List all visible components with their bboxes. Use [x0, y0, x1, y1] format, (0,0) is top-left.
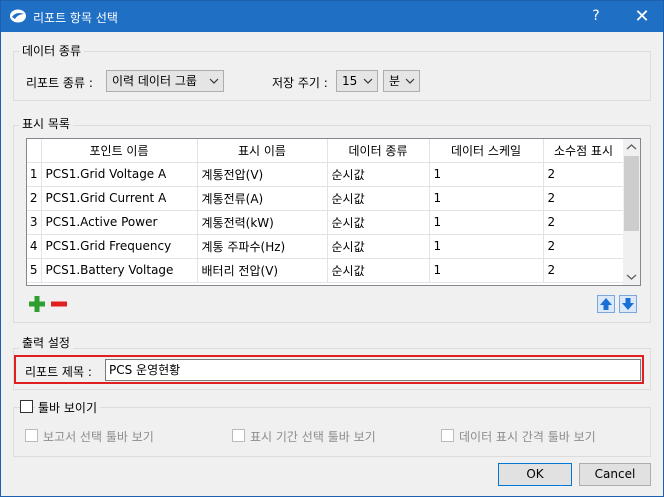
row-number-header	[27, 139, 42, 163]
report-type-select[interactable]: 이력 데이터 그룹	[106, 70, 224, 92]
help-button[interactable]: ?	[579, 1, 613, 32]
table-header-row: 포인트 이름 표시 이름 데이터 종류 데이터 스케일 소수점 표시	[27, 139, 625, 163]
add-row-icon[interactable]	[28, 295, 46, 313]
cell-display-name[interactable]: 계통전압(V)	[197, 162, 328, 187]
table-vertical-scrollbar[interactable]	[623, 139, 640, 285]
data-type-group-label: 데이터 종류	[19, 42, 85, 59]
cell-point-name[interactable]: PCS1.Battery Voltage	[41, 258, 198, 283]
display-list-group-label: 표시 목록	[19, 115, 73, 132]
cell-display-name[interactable]: 계통전력(kW)	[197, 210, 328, 235]
table-row[interactable]: 5 PCS1.Battery Voltage 배터리 전압(V) 순시값 1 2	[27, 258, 625, 283]
interval-toolbar-label: 데이터 표시 간격 툴바 보기	[459, 430, 596, 444]
chevron-down-icon	[405, 78, 415, 84]
scroll-up-arrow-icon[interactable]	[623, 139, 640, 156]
period-select-toolbar-checkbox[interactable]	[232, 429, 245, 442]
display-list-table: 포인트 이름 표시 이름 데이터 종류 데이터 스케일 소수점 표시 1 PCS…	[26, 138, 641, 286]
save-cycle-label: 저장 주기 :	[272, 76, 328, 90]
row-number: 3	[27, 210, 42, 235]
cell-decimal[interactable]: 2	[543, 210, 625, 235]
move-up-icon[interactable]	[597, 295, 615, 313]
cell-decimal[interactable]: 2	[543, 234, 625, 259]
close-button[interactable]: ✕	[625, 1, 659, 32]
cell-point-name[interactable]: PCS1.Grid Frequency	[41, 234, 198, 259]
column-header-decimal[interactable]: 소수점 표시	[543, 139, 625, 163]
cell-data-scale[interactable]: 1	[429, 210, 544, 235]
table-row[interactable]: 4 PCS1.Grid Frequency 계통 주파수(Hz) 순시값 1 2	[27, 234, 625, 259]
report-title-label: 리포트 제목 :	[25, 365, 92, 379]
toolbar-visibility-checkbox[interactable]	[20, 400, 33, 413]
row-number: 5	[27, 258, 42, 283]
report-select-toolbar-label: 보고서 선택 툴바 보기	[43, 430, 154, 444]
scrollbar-thumb[interactable]	[624, 156, 639, 231]
ok-button[interactable]: OK	[498, 463, 572, 486]
cell-data-scale[interactable]: 1	[429, 234, 544, 259]
cell-decimal[interactable]: 2	[543, 258, 625, 283]
row-number: 2	[27, 186, 42, 211]
column-header-data-scale[interactable]: 데이터 스케일	[429, 139, 544, 163]
cancel-button[interactable]: Cancel	[579, 463, 651, 486]
cell-display-name[interactable]: 계통전류(A)	[197, 186, 328, 211]
cell-decimal[interactable]: 2	[543, 162, 625, 187]
cell-display-name[interactable]: 배터리 전압(V)	[197, 258, 328, 283]
report-select-toolbar-checkbox[interactable]	[25, 429, 38, 442]
remove-row-icon[interactable]	[50, 295, 68, 313]
table-row[interactable]: 2 PCS1.Grid Current A 계통전류(A) 순시값 1 2	[27, 186, 625, 211]
report-title-value: PCS 운영현황	[109, 363, 181, 377]
cell-data-type[interactable]: 순시값	[327, 162, 430, 187]
interval-toolbar-checkbox[interactable]	[441, 429, 454, 442]
report-type-label: 리포트 종류 :	[26, 76, 93, 90]
app-logo-icon	[10, 9, 26, 23]
chevron-down-icon	[363, 78, 373, 84]
chevron-down-icon	[209, 78, 219, 84]
display-list-grid: 포인트 이름 표시 이름 데이터 종류 데이터 스케일 소수점 표시 1 PCS…	[27, 139, 625, 283]
save-cycle-select[interactable]: 15	[336, 70, 378, 92]
cell-point-name[interactable]: PCS1.Active Power	[41, 210, 198, 235]
title-bar: 리포트 항목 선택 ? ✕	[1, 1, 663, 32]
column-header-data-type[interactable]: 데이터 종류	[327, 139, 430, 163]
cell-data-type[interactable]: 순시값	[327, 186, 430, 211]
output-settings-group-label: 출력 설정	[19, 334, 73, 351]
save-cycle-value: 15	[342, 74, 358, 88]
row-number: 1	[27, 162, 42, 187]
save-cycle-unit-value: 분	[389, 74, 401, 88]
window-title: 리포트 항목 선택	[33, 11, 118, 25]
table-row[interactable]: 1 PCS1.Grid Voltage A 계통전압(V) 순시값 1 2	[27, 162, 625, 187]
scroll-down-arrow-icon[interactable]	[623, 268, 640, 285]
report-title-input[interactable]: PCS 운영현황	[105, 359, 641, 381]
row-number: 4	[27, 234, 42, 259]
report-type-value: 이력 데이터 그룹	[112, 74, 197, 88]
cell-data-scale[interactable]: 1	[429, 162, 544, 187]
cell-data-type[interactable]: 순시값	[327, 258, 430, 283]
save-cycle-unit-select[interactable]: 분	[383, 70, 420, 92]
cell-data-scale[interactable]: 1	[429, 258, 544, 283]
cell-data-type[interactable]: 순시값	[327, 210, 430, 235]
cell-decimal[interactable]: 2	[543, 186, 625, 211]
cell-display-name[interactable]: 계통 주파수(Hz)	[197, 234, 328, 259]
table-row[interactable]: 3 PCS1.Active Power 계통전력(kW) 순시값 1 2	[27, 210, 625, 235]
column-header-display-name[interactable]: 표시 이름	[197, 139, 328, 163]
column-header-point-name[interactable]: 포인트 이름	[41, 139, 198, 163]
move-down-icon[interactable]	[619, 295, 637, 313]
report-item-select-dialog: 리포트 항목 선택 ? ✕ 데이터 종류 리포트 종류 : 이력 데이터 그룹 …	[0, 0, 664, 497]
cell-point-name[interactable]: PCS1.Grid Current A	[41, 186, 198, 211]
period-select-toolbar-label: 표시 기간 선택 툴바 보기	[250, 430, 376, 444]
cell-data-type[interactable]: 순시값	[327, 234, 430, 259]
toolbar-visibility-label[interactable]: 툴바 보이기	[35, 399, 101, 416]
cell-data-scale[interactable]: 1	[429, 186, 544, 211]
cell-point-name[interactable]: PCS1.Grid Voltage A	[41, 162, 198, 187]
